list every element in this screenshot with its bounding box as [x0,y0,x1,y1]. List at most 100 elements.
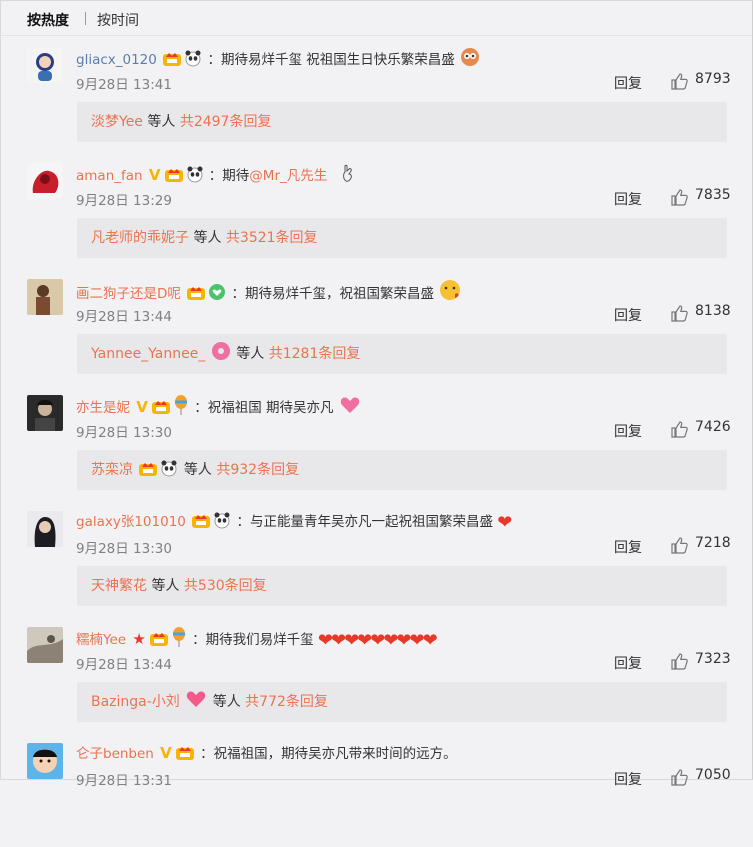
reply-button[interactable]: 回复 [614,537,642,557]
like-count: 7050 [695,767,731,783]
sub-reply-total[interactable]: 共2497条回复 [180,114,272,130]
reply-button[interactable]: 回复 [614,653,642,673]
comment-item: 亦生是妮 V ：祝福祖国 期待吴亦凡 9月28日 13:30 回复 7426 苏… [1,383,753,499]
like-button[interactable]: 8138 [669,303,731,322]
comment-username[interactable]: 仑子benben [76,746,154,762]
comment-time: 9月28日 13:30 [76,541,172,557]
comment-item: 仑子benben V ：祝福祖国，期待吴亦凡带来时间的远方。 9月28日 13:… [1,731,753,847]
avatar[interactable] [27,47,63,83]
sub-reply-etc: 等人 [151,578,180,594]
sub-reply-user[interactable]: 苏栾凉 [91,462,133,478]
reply-button[interactable]: 回复 [614,189,642,209]
comment-username[interactable]: 糯楠Yee [76,632,126,648]
like-button[interactable]: 7835 [669,187,731,206]
sub-reply-etc: 等人 [147,114,176,130]
sub-reply-etc: 等人 [212,694,241,710]
comment-username[interactable]: 画二狗子还是D呢 [76,286,181,302]
comment-text: ：期待易烊千玺，祝祖国繁荣昌盛 [231,286,435,302]
sub-replies-summary[interactable]: 天神繁花 等人 共530条回复 [77,566,727,606]
like-count: 7218 [695,535,731,551]
panda-icon [213,511,231,534]
verified-v-icon: V [148,166,161,184]
crown-member-icon [162,49,182,72]
like-button[interactable]: 7426 [669,419,731,438]
sub-reply-user[interactable]: 淡梦Yee [91,114,143,130]
comment-body: gliacx_0120 ：期待易烊千玺 祝祖国生日快乐繁荣昌盛 [76,47,481,72]
like-count: 8793 [695,71,731,87]
reply-button[interactable]: 回复 [614,769,642,789]
avatar[interactable] [27,627,63,663]
avatar[interactable] [27,163,63,199]
like-button[interactable]: 8793 [669,71,731,90]
crown-member-icon [151,397,171,420]
comment-panel: 按热度 按时间 gliacx_0120 ：期待易烊千玺 祝祖国生日快乐繁荣昌盛 … [0,0,753,789]
sub-reply-user[interactable]: 凡老师的乖妮子 [91,230,189,246]
pink-heart-emoji-icon [185,685,207,725]
comment-time: 9月28日 13:30 [76,425,172,441]
comment-body: 仑子benben V ：祝福祖国，期待吴亦凡带来时间的远方。 [76,743,457,766]
tab-by-time[interactable]: 按时间 [97,10,139,30]
like-count: 7323 [695,651,731,667]
avatar[interactable] [27,395,63,431]
hand-emoji-icon [340,163,356,188]
comment-body: 糯楠Yee ★ ：期待我们易烊千玺 ❤❤❤❤❤❤❤❤❤ [76,627,438,652]
comment-time: 9月28日 13:41 [76,77,172,93]
like-count: 7835 [695,187,731,203]
comment-username[interactable]: 亦生是妮 [76,400,130,416]
comment-body: 画二狗子还是D呢 ：期待易烊千玺，祝祖国繁荣昌盛 [76,279,462,306]
crown-member-icon [175,743,195,766]
like-count: 7426 [695,419,731,435]
balloon-emoji-icon [173,395,189,420]
like-button[interactable]: 7218 [669,535,731,554]
sub-reply-user[interactable]: Yannee_Yannee_ [91,346,205,362]
donut-emoji-icon [211,337,231,377]
sub-reply-total[interactable]: 共932条回复 [216,462,299,478]
comment-username[interactable]: gliacx_0120 [76,52,157,68]
green-heart-icon [208,283,226,306]
like-button[interactable]: 7050 [669,767,731,786]
comment-text: ：期待 [208,168,250,184]
sub-replies-summary[interactable]: 凡老师的乖妮子 等人 共3521条回复 [77,218,727,258]
avatar[interactable] [27,511,63,547]
like-button[interactable]: 7323 [669,651,731,670]
avatar[interactable] [27,743,63,779]
sub-replies-summary[interactable]: 淡梦Yee 等人 共2497条回复 [77,102,727,142]
sub-reply-total[interactable]: 共1281条回复 [269,346,361,362]
sub-reply-total[interactable]: 共530条回复 [184,578,267,594]
comment-item: galaxy张101010 ：与正能量青年吴亦凡一起祝祖国繁荣昌盛 ❤ 9月28… [1,499,753,615]
panda-icon [184,49,202,72]
comment-text: ：祝福祖国，期待吴亦凡带来时间的远方。 [200,746,457,762]
sub-reply-total[interactable]: 共772条回复 [245,694,328,710]
sub-reply-user[interactable]: Bazinga-小刘 [91,694,180,710]
thumb-up-icon [670,420,694,438]
sub-reply-etc: 等人 [183,462,212,478]
sub-replies-summary[interactable]: 苏栾凉 等人 共932条回复 [77,450,727,490]
mask-emoji-icon [460,47,480,72]
sub-replies-summary[interactable]: Bazinga-小刘 等人 共772条回复 [77,682,727,722]
sub-replies-summary[interactable]: Yannee_Yannee_ 等人 共1281条回复 [77,334,727,374]
sub-reply-etc: 等人 [193,230,222,246]
panda-icon [160,453,178,493]
tab-by-hot[interactable]: 按热度 [27,10,69,30]
like-count: 8138 [695,303,731,319]
comment-text: ：期待我们易烊千玺 [192,632,314,648]
mention-link[interactable]: @Mr_凡先生 [249,168,327,184]
balloon-emoji-icon [171,627,187,652]
comment-item: aman_fan V ：期待@Mr_凡先生 9月28日 13:29 回复 783… [1,151,753,267]
heart-emoji-icon [339,395,361,420]
verified-v-icon: V [160,744,172,762]
red-hearts-emoji: ❤❤❤❤❤❤❤❤❤ [317,630,438,651]
comment-text: ：与正能量青年吴亦凡一起祝祖国繁荣昌盛 [236,514,493,530]
reply-button[interactable]: 回复 [614,421,642,441]
comment-time: 9月28日 13:29 [76,193,172,209]
star-badge-icon: ★ [132,630,146,648]
comment-username[interactable]: aman_fan [76,168,143,184]
comment-username[interactable]: galaxy张101010 [76,514,186,530]
thumb-up-icon [670,768,694,786]
reply-button[interactable]: 回复 [614,305,642,325]
reply-button[interactable]: 回复 [614,73,642,93]
sub-reply-total[interactable]: 共3521条回复 [226,230,318,246]
red-heart-emoji: ❤ [497,512,512,533]
avatar[interactable] [27,279,63,315]
sub-reply-user[interactable]: 天神繁花 [91,578,147,594]
